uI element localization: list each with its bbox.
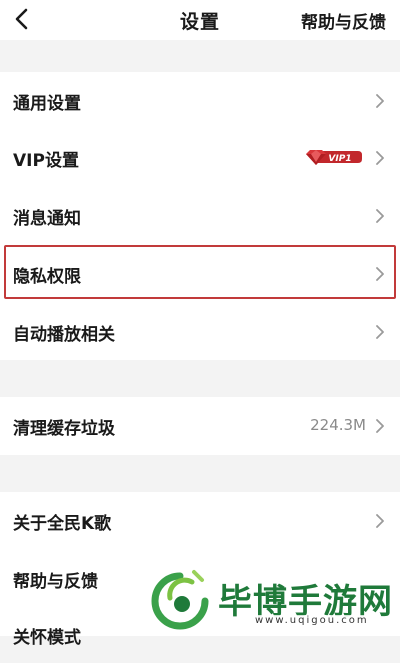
row-label: VIP设置 [13,151,79,171]
watermark-url: www.uqigou.com [252,615,372,626]
site-watermark: 毕博手游网 www.uqigou.com [148,568,396,632]
privacy-highlight-box [4,245,396,299]
vip-level-badge: VIP1 [306,150,362,165]
chevron-right-icon [376,209,384,223]
chevron-right-icon [376,419,384,433]
chevron-right-icon [376,151,384,165]
row-label: 帮助与反馈 [13,572,98,592]
chevron-right-icon [376,325,384,339]
vip-badge-text: VIP1 [328,154,351,164]
row-label: 自动播放相关 [13,325,115,345]
row-vip-settings[interactable]: VIP设置 VIP1 [0,129,400,186]
row-label: 通用设置 [13,94,81,114]
row-autoplay[interactable]: 自动播放相关 [0,303,400,360]
settings-section-cache: 清理缓存垃圾 224.3M [0,397,400,455]
row-clear-cache[interactable]: 清理缓存垃圾 224.3M [0,397,400,454]
chevron-right-icon [376,94,384,108]
row-label: 消息通知 [13,209,81,229]
chevron-right-icon [376,514,384,528]
row-general-settings[interactable]: 通用设置 [0,72,400,129]
row-notifications[interactable]: 消息通知 [0,187,400,244]
help-feedback-link[interactable]: 帮助与反馈 [301,8,386,33]
row-about[interactable]: 关于全民K歌 [0,492,400,549]
row-label: 清理缓存垃圾 [13,419,115,439]
settings-section-main: 通用设置 VIP设置 VIP1 消息通知 隐私权限 自动播放相关 [0,72,400,360]
cache-size-value: 224.3M [310,416,366,434]
watermark-logo-icon [151,570,209,630]
top-bar: 设置 帮助与反馈 [0,0,400,40]
row-label: 关于全民K歌 [13,514,112,534]
